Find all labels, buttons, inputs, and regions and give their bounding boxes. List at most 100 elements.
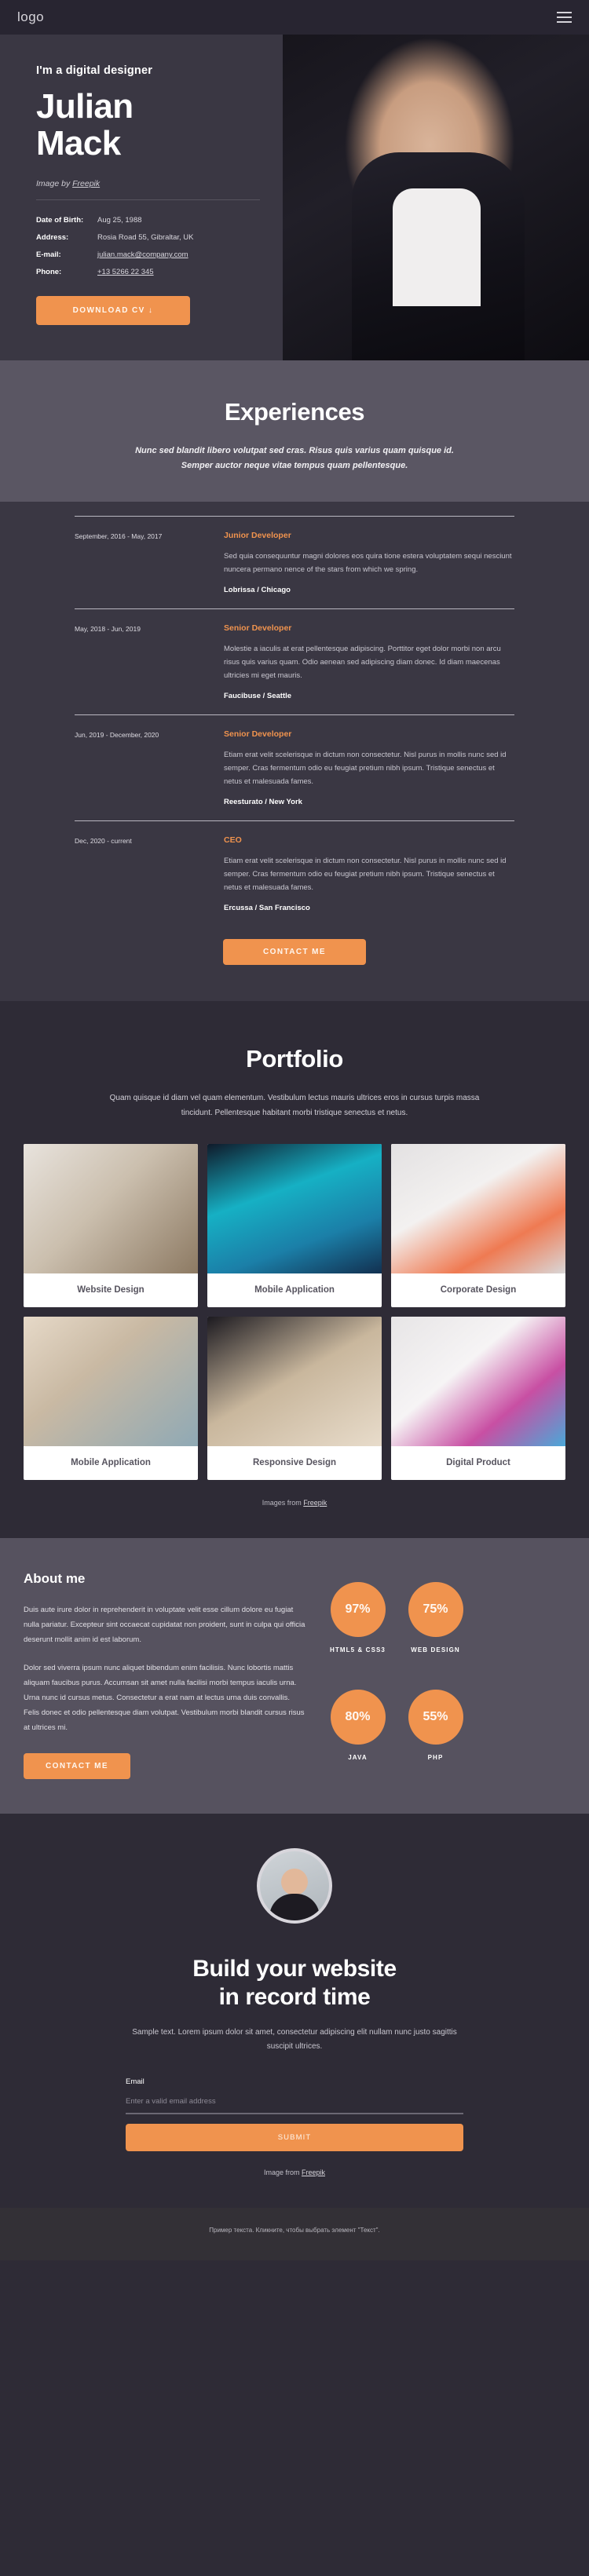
download-cv-button[interactable]: DOWNLOAD CV ↓ bbox=[36, 296, 190, 325]
skill-label: PHP bbox=[427, 1753, 444, 1761]
portfolio-card-label: Website Design bbox=[77, 1285, 145, 1295]
submit-button[interactable]: SUBMIT bbox=[126, 2124, 463, 2151]
info-label: Address: bbox=[36, 233, 69, 242]
divider bbox=[75, 608, 514, 609]
info-row-dob: Date of Birth: Aug 25, 1988 bbox=[36, 216, 314, 225]
portfolio-thumbnail bbox=[24, 1317, 198, 1446]
email-field-label: Email bbox=[126, 2077, 145, 2086]
experience-date: Jun, 2019 - December, 2020 bbox=[75, 731, 159, 739]
burger-line bbox=[557, 16, 572, 18]
portfolio-thumbnail bbox=[391, 1144, 565, 1273]
experience-role: Senior Developer bbox=[224, 623, 292, 633]
cta-subtitle: Sample text. Lorem ipsum dolor sit amet,… bbox=[132, 2028, 457, 2051]
signup-form: Email SUBMIT bbox=[126, 2077, 463, 2151]
contact-me-button-about[interactable]: CONTACT ME bbox=[24, 1753, 130, 1779]
email-link[interactable]: julian.mack@company.com bbox=[97, 250, 188, 259]
footer: Пример текста. Кликните, чтобы выбрать э… bbox=[0, 2208, 589, 2260]
skill-label: WEB DESIGN bbox=[411, 1646, 460, 1653]
burger-line bbox=[557, 12, 572, 13]
hero-content: I'm a digital designer Julian Mack Image… bbox=[0, 35, 314, 325]
footer-text[interactable]: Пример текста. Кликните, чтобы выбрать э… bbox=[0, 2227, 589, 2234]
divider bbox=[36, 199, 260, 200]
credit-prefix: Image by bbox=[36, 179, 73, 188]
avatar bbox=[257, 1848, 332, 1924]
portfolio-card-label: Corporate Design bbox=[440, 1285, 517, 1295]
skill-item: 75% WEB DESIGN bbox=[408, 1582, 463, 1672]
divider bbox=[75, 820, 514, 821]
portfolio-card-label: Digital Product bbox=[446, 1458, 510, 1467]
experiences-section: Experiences Nunc sed blandit libero volu… bbox=[0, 360, 589, 1001]
skill-percent-circle: 75% bbox=[408, 1582, 463, 1637]
experiences-list: September, 2016 - May, 2017 Junior Devel… bbox=[0, 502, 589, 1001]
contact-me-button-experiences[interactable]: CONTACT ME bbox=[223, 939, 366, 965]
info-row-phone: Phone: +13 5266 22 345 bbox=[36, 268, 314, 276]
portfolio-image-credit: Images from Freepik bbox=[0, 1499, 589, 1507]
credit-prefix: Images from bbox=[262, 1499, 304, 1507]
experience-date: May, 2018 - Jun, 2019 bbox=[75, 625, 141, 633]
phone-link[interactable]: +13 5266 22 345 bbox=[97, 268, 154, 276]
cta-title-line-2: in record time bbox=[218, 1984, 371, 2010]
experience-item: September, 2016 - May, 2017 Junior Devel… bbox=[75, 502, 514, 594]
freepik-link[interactable]: Freepik bbox=[302, 2169, 325, 2176]
skill-item: 80% JAVA bbox=[330, 1689, 386, 1780]
experience-company: Ercussa / San Francisco bbox=[224, 904, 310, 912]
email-field[interactable] bbox=[126, 2097, 463, 2114]
info-row-email: E-mail: julian.mack@company.com bbox=[36, 250, 314, 259]
portfolio-card[interactable]: Mobile Application bbox=[24, 1317, 198, 1480]
portfolio-thumbnail bbox=[207, 1144, 382, 1273]
portfolio-card[interactable]: Website Design bbox=[24, 1144, 198, 1307]
divider bbox=[75, 714, 514, 715]
hamburger-menu-icon[interactable] bbox=[557, 12, 572, 23]
portfolio-thumbnail bbox=[207, 1317, 382, 1446]
experience-description: Etiam erat velit scelerisque in dictum n… bbox=[224, 857, 507, 892]
info-row-address: Address: Rosia Road 55, Gibraltar, UK bbox=[36, 233, 314, 242]
experience-description: Molestie a iaculis at erat pellentesque … bbox=[224, 645, 501, 680]
experience-item: Dec, 2020 - current CEO Etiam erat velit… bbox=[75, 806, 514, 912]
experience-company: Lobrissa / Chicago bbox=[224, 586, 291, 594]
portfolio-description: Quam quisque id diam vel quam elementum.… bbox=[109, 1094, 480, 1117]
portfolio-card[interactable]: Mobile Application bbox=[207, 1144, 382, 1307]
cta-section: Build your website in record time Sample… bbox=[0, 1814, 589, 2208]
info-label: Date of Birth: bbox=[36, 216, 84, 225]
portfolio-card-label: Responsive Design bbox=[252, 1458, 337, 1467]
info-value: Aug 25, 1988 bbox=[97, 216, 142, 225]
hero-name-last: Mack bbox=[36, 124, 121, 163]
divider bbox=[75, 516, 514, 517]
portfolio-card-label: Mobile Application bbox=[254, 1285, 335, 1295]
portfolio-card-label: Mobile Application bbox=[71, 1458, 151, 1467]
cta-image-credit: Image from Freepik bbox=[0, 2169, 589, 2176]
experience-description: Sed quia consequuntur magni dolores eos … bbox=[224, 552, 512, 574]
skill-percent-circle: 97% bbox=[330, 1582, 386, 1637]
cta-title: Build your website in record time bbox=[0, 1955, 589, 2011]
top-navigation-bar: logo bbox=[0, 0, 589, 35]
credit-prefix: Image from bbox=[263, 2169, 302, 2176]
about-text-column: About me Duis aute irure dolor in repreh… bbox=[24, 1571, 306, 1779]
info-value: Rosia Road 55, Gibraltar, UK bbox=[97, 233, 194, 242]
skill-percent-circle: 55% bbox=[408, 1689, 463, 1745]
hero-section: I'm a digital designer Julian Mack Image… bbox=[0, 35, 589, 360]
hero-image-credit: Image by Freepik bbox=[36, 179, 314, 188]
freepik-link[interactable]: Freepik bbox=[303, 1499, 327, 1507]
experience-item: Jun, 2019 - December, 2020 Senior Develo… bbox=[75, 700, 514, 806]
about-section: About me Duis aute irure dolor in repreh… bbox=[0, 1538, 589, 1814]
portfolio-grid: Website Design Mobile Application Corpor… bbox=[24, 1144, 565, 1480]
freepik-link[interactable]: Freepik bbox=[72, 179, 100, 188]
experience-company: Reesturato / New York bbox=[224, 798, 302, 806]
info-label: Phone: bbox=[36, 268, 62, 276]
cta-title-line-1: Build your website bbox=[192, 1956, 397, 1982]
info-label: E-mail: bbox=[36, 250, 61, 259]
experience-date: September, 2016 - May, 2017 bbox=[75, 532, 163, 540]
portfolio-title: Portfolio bbox=[246, 1045, 343, 1072]
portfolio-section: Portfolio Quam quisque id diam vel quam … bbox=[0, 1001, 589, 1538]
skill-item: 97% HTML5 & CSS3 bbox=[330, 1582, 386, 1672]
portfolio-card[interactable]: Corporate Design bbox=[391, 1144, 565, 1307]
experience-role: Junior Developer bbox=[224, 531, 291, 540]
experience-role: CEO bbox=[224, 835, 242, 845]
about-paragraph-1: Duis aute irure dolor in reprehenderit i… bbox=[24, 1606, 305, 1644]
portfolio-card[interactable]: Digital Product bbox=[391, 1317, 565, 1480]
portfolio-card[interactable]: Responsive Design bbox=[207, 1317, 382, 1480]
site-logo[interactable]: logo bbox=[17, 9, 44, 25]
skill-item: 55% PHP bbox=[408, 1689, 463, 1780]
skills-grid: 97% HTML5 & CSS3 75% WEB DESIGN 80% JAVA… bbox=[330, 1571, 463, 1779]
skill-label: HTML5 & CSS3 bbox=[330, 1646, 386, 1653]
